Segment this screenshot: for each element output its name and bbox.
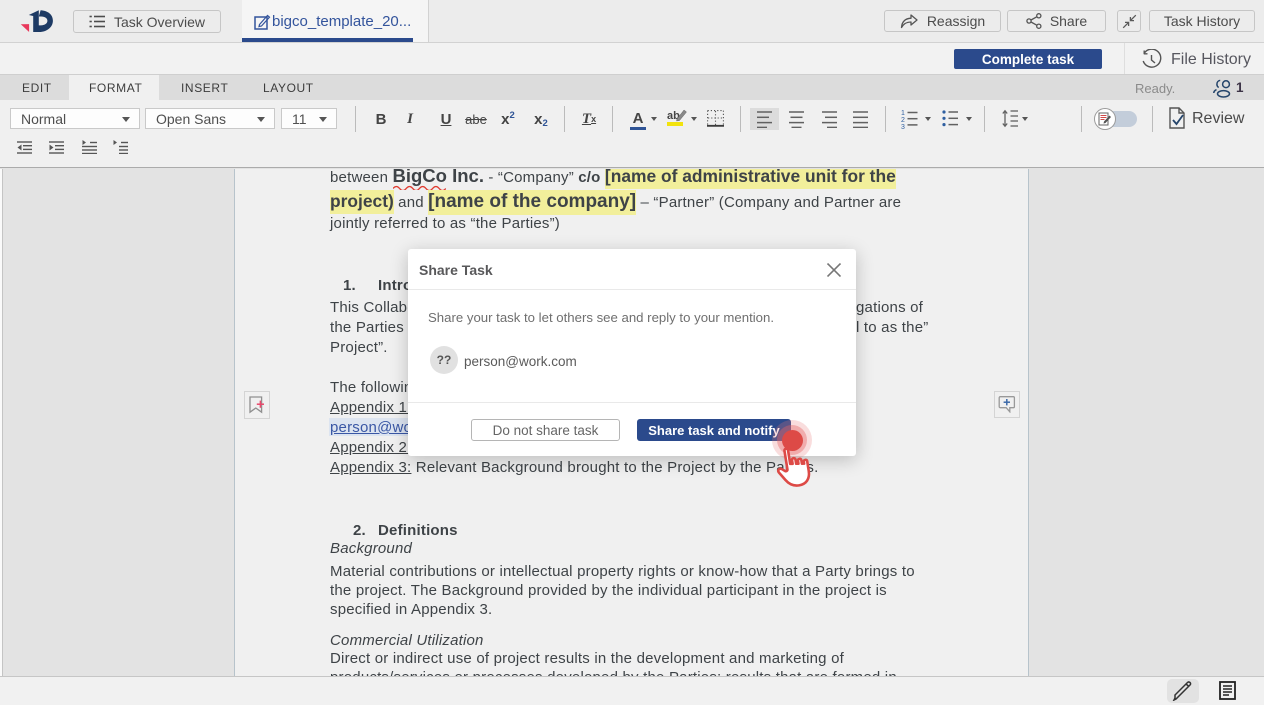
svg-text:1: 1 [901, 110, 905, 117]
svg-text:2: 2 [901, 117, 905, 124]
svg-text:3: 3 [901, 124, 905, 129]
